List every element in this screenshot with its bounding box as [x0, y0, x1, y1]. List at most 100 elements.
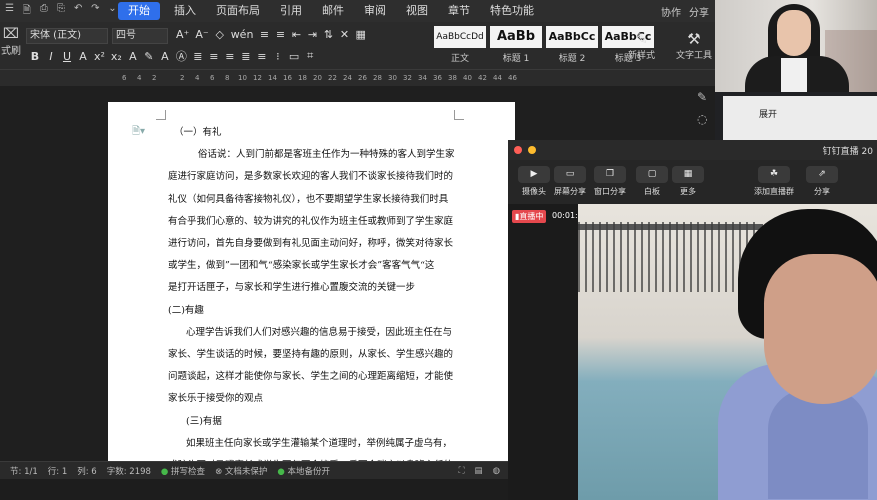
align-center-icon[interactable]: ≡: [209, 50, 219, 63]
expand-panel[interactable]: 展开: [723, 96, 877, 140]
bullets-icon[interactable]: ≡: [259, 28, 269, 41]
borders-icon[interactable]: ⌗: [305, 49, 315, 63]
menu-icon[interactable]: ☰: [4, 3, 15, 20]
menu-bar: ☰ 🗎 ⎙ ⎘ ↶ ↷ ⌄ 开始 插入 页面布局 引用 邮件 审阅 视图 章节 …: [0, 0, 715, 22]
bold-icon[interactable]: B: [30, 50, 40, 63]
strikethrough-icon[interactable]: A: [78, 50, 88, 63]
ruler-tick: 16: [283, 74, 292, 82]
window-share-button[interactable]: ❐ 窗口分享: [594, 166, 626, 197]
document-page[interactable]: 🗎▾ （一）有礼 俗话说：人到门前都是客班主任作为一种特殊的客人到学生家 庭进行…: [108, 102, 515, 471]
protect-label: 文档未保护: [224, 466, 268, 477]
underline-icon[interactable]: U: [62, 50, 72, 63]
shrink-font-icon[interactable]: A⁻: [195, 28, 208, 41]
live-share-button[interactable]: ⇗ 分享: [806, 166, 838, 197]
horizontal-ruler[interactable]: 6 4 2 2 4 6 8 10 12 14 16 18 20 22 24 26…: [0, 72, 715, 86]
add-live-group-button[interactable]: ☘ 添加直播群: [754, 166, 794, 197]
subscript-icon[interactable]: x₂: [111, 50, 122, 63]
ribbon-row-2: B I U A x² x₂ A ✎ A Ⓐ ≣ ≡ ≡ ≣ ≡ ⁝ ▭ ⌗: [30, 48, 315, 64]
marks-icon[interactable]: ✕: [339, 28, 349, 41]
indent-icon[interactable]: ⇥: [307, 28, 317, 41]
ruler-tick: 14: [268, 74, 277, 82]
grow-font-icon[interactable]: A⁺: [176, 28, 189, 41]
outdent-icon[interactable]: ⇤: [291, 28, 301, 41]
tab-references[interactable]: 引用: [270, 2, 312, 20]
font-family-select[interactable]: 宋体 (正文): [26, 28, 108, 44]
tab-features[interactable]: 特色功能: [480, 2, 544, 20]
camera-button[interactable]: ▶ 摄像头: [518, 166, 550, 197]
presenter-webcam: [715, 0, 877, 92]
text-tools-button[interactable]: ⚒ 文字工具: [676, 30, 712, 61]
collaborate-button[interactable]: 协作: [661, 4, 681, 19]
camera-icon: ▶: [518, 166, 550, 183]
tab-mail[interactable]: 邮件: [312, 2, 354, 20]
distribute-icon[interactable]: ≡: [257, 50, 267, 63]
share-button[interactable]: 分享: [689, 4, 709, 19]
font-size-select[interactable]: 四号: [112, 28, 168, 44]
new-style-label: 新样式: [628, 51, 656, 61]
char-border-icon[interactable]: Ⓐ: [176, 48, 187, 64]
align-left-icon[interactable]: ≣: [193, 50, 203, 63]
chevron-down-icon[interactable]: ⌄: [107, 3, 118, 20]
tab-chapter[interactable]: 章节: [438, 2, 480, 20]
document-outline-icon[interactable]: 🗎▾: [132, 124, 145, 141]
expand-label: 展开: [759, 110, 778, 120]
tab-review[interactable]: 审阅: [354, 2, 396, 20]
phonetic-icon[interactable]: wén: [231, 28, 254, 41]
superscript-icon[interactable]: x²: [94, 50, 105, 63]
undo-icon[interactable]: ↶: [73, 3, 84, 20]
view-controls: ⛶ ▤ ◍: [459, 466, 508, 476]
paragraph-line: 如果班主任向家长或学生灌输某个道理时，举例纯属子虚乌有，: [186, 437, 453, 449]
whiteboard-button[interactable]: ▢ 白板: [636, 166, 668, 197]
italic-icon[interactable]: I: [46, 50, 56, 63]
document-body[interactable]: （一）有礼 俗话说：人到门前都是客班主任作为一种特殊的客人到学生家 庭进行家庭访…: [168, 122, 468, 477]
margin-corner: [454, 110, 464, 120]
shading-icon[interactable]: ▭: [289, 50, 299, 63]
paragraph-line: 家长乐于接受你的观点: [168, 393, 264, 405]
file-icon[interactable]: 🗎: [21, 3, 32, 20]
sort-icon[interactable]: ⇅: [323, 28, 333, 41]
spell-check-status[interactable]: ● 拼写检查: [161, 465, 205, 477]
pen-icon[interactable]: ✎: [697, 90, 707, 104]
minimize-icon[interactable]: [528, 146, 536, 154]
layout-icon[interactable]: ▤: [475, 466, 483, 476]
ruler-tick: 22: [328, 74, 337, 82]
protect-status[interactable]: ⊗ 文档未保护: [215, 465, 267, 477]
print-icon[interactable]: ⎙: [38, 3, 49, 20]
backup-status[interactable]: ● 本地备份开: [277, 465, 330, 477]
tab-insert[interactable]: 插入: [164, 2, 206, 20]
ruler-tick: 6: [122, 74, 127, 82]
tab-view[interactable]: 视图: [396, 2, 438, 20]
copy-icon[interactable]: ⎘: [55, 3, 66, 20]
font-color-icon[interactable]: A: [128, 50, 138, 63]
line-spacing-icon[interactable]: ⁝: [273, 50, 283, 63]
screen-share-label: 屏幕分享: [554, 187, 586, 196]
justify-icon[interactable]: ≣: [241, 50, 251, 63]
highlight-icon[interactable]: ✎: [144, 50, 154, 63]
tab-page-layout[interactable]: 页面布局: [206, 2, 270, 20]
web-view-icon[interactable]: ◍: [493, 466, 500, 476]
shapes-icon[interactable]: ◌: [697, 112, 707, 126]
format-painter-button[interactable]: ⌧ 式刷: [0, 26, 22, 57]
window-share-label: 窗口分享: [594, 187, 626, 196]
table-icon[interactable]: ▦: [355, 28, 365, 41]
ruler-tick: 32: [403, 74, 412, 82]
fullscreen-icon[interactable]: ⛶: [459, 466, 465, 476]
align-right-icon[interactable]: ≡: [225, 50, 235, 63]
style-heading-1[interactable]: AaBb 标题 1: [490, 26, 542, 68]
new-style-button[interactable]: ✎ 新样式: [628, 30, 655, 61]
clear-format-icon[interactable]: ◇: [215, 28, 225, 41]
numbering-icon[interactable]: ≡: [275, 28, 285, 41]
check-icon: ●: [160, 466, 169, 477]
redo-icon[interactable]: ↷: [90, 3, 101, 20]
more-button[interactable]: ▦ 更多: [672, 166, 704, 197]
text-color-icon[interactable]: A: [160, 50, 170, 63]
dingtalk-titlebar[interactable]: 钉钉直播 20: [508, 140, 877, 160]
status-words[interactable]: 字数: 2198: [107, 465, 151, 477]
tab-home[interactable]: 开始: [118, 2, 160, 20]
close-icon[interactable]: [514, 146, 522, 154]
style-normal[interactable]: AaBbCcDd 正文: [434, 26, 486, 68]
screen-share-button[interactable]: ▭ 屏幕分享: [554, 166, 586, 197]
style-heading-2[interactable]: AaBbCc 标题 2: [546, 26, 598, 68]
ruler-tick: 28: [373, 74, 382, 82]
paragraph-line: 或学生，做到”一团和气“感染家长或学生家长才会”客客气气“这: [168, 260, 435, 272]
